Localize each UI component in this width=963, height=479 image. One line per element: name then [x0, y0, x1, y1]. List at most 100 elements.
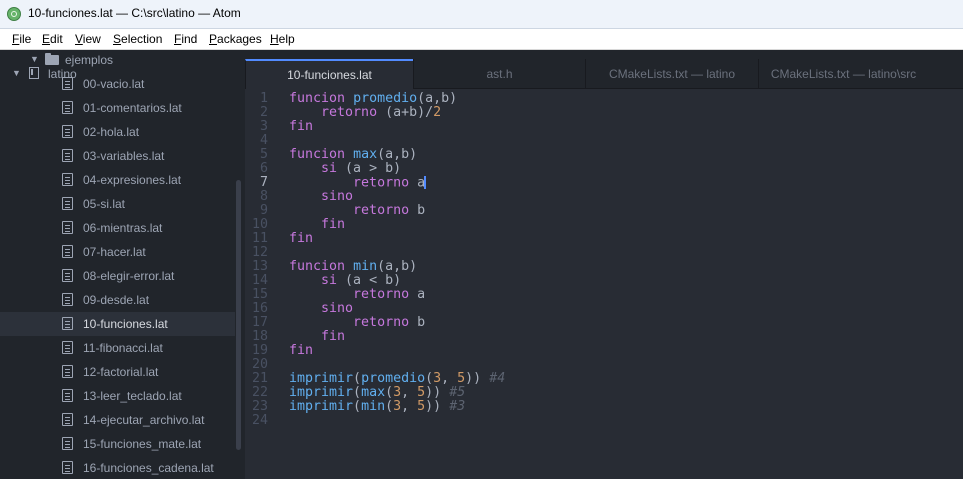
file-text-icon	[62, 317, 73, 330]
code-token: (	[353, 371, 362, 386]
code-token: 5	[457, 371, 466, 386]
file-text-icon	[62, 245, 73, 258]
line-number: 20	[251, 357, 268, 372]
tab-3[interactable]: CMakeLists.txt — latino	[585, 59, 758, 89]
code-token: fin	[321, 217, 346, 232]
tree-file-label: 14-ejecutar_archivo.lat	[83, 413, 205, 427]
code-token: #4	[489, 371, 506, 386]
tree-file-item[interactable]: 09-desde.lat	[0, 288, 235, 312]
code-token: si	[321, 273, 338, 288]
tree-file-item[interactable]: 04-expresiones.lat	[0, 168, 235, 192]
tree-scrollbar[interactable]	[236, 180, 241, 450]
code-line: funcion promedio(a,b)	[289, 92, 457, 106]
tree-file-item[interactable]: 14-ejecutar_archivo.lat	[0, 408, 235, 432]
file-text-icon	[62, 365, 73, 378]
menu-file[interactable]: File	[12, 32, 31, 46]
line-number: 5	[259, 147, 268, 162]
menu-find[interactable]: Find	[174, 32, 197, 46]
code-line: fin	[289, 344, 313, 358]
code-token: 3	[433, 371, 442, 386]
code-token: retorno	[321, 105, 378, 120]
tree-file-item[interactable]: 05-si.lat	[0, 192, 235, 216]
code-token: ))	[425, 385, 442, 400]
line-number: 14	[251, 273, 268, 288]
code-line: fin	[289, 232, 313, 246]
tree-file-label: 07-hacer.lat	[83, 245, 146, 259]
code-token: promedio	[361, 371, 426, 386]
code-line: retorno (a+b)/2	[289, 106, 441, 120]
tree-file-item[interactable]: 00-vacio.lat	[0, 72, 235, 96]
code-token: (	[353, 399, 362, 414]
file-text-icon	[62, 173, 73, 186]
code-line: fin	[289, 120, 313, 134]
menu-packages[interactable]: Packages	[209, 32, 262, 46]
tab-bar: 10-funciones.lat ast.h CMakeLists.txt — la…	[245, 50, 963, 89]
file-text-icon	[62, 269, 73, 282]
file-text-icon	[62, 149, 73, 162]
code-line: si (a > b)	[289, 162, 401, 176]
tree-file-item[interactable]: 10-funciones.lat	[0, 312, 235, 336]
tree-file-item[interactable]: 15-funciones_mate.lat	[0, 432, 235, 456]
line-number: 11	[251, 231, 268, 246]
tree-file-item[interactable]: 03-variables.lat	[0, 144, 235, 168]
tree-file-item[interactable]: 07-hacer.lat	[0, 240, 235, 264]
tree-file-item[interactable]: 13-leer_teclado.lat	[0, 384, 235, 408]
code-token: ))	[425, 399, 442, 414]
tab-2[interactable]: ast.h	[413, 59, 585, 89]
tab-4[interactable]: CMakeLists.txt — latino\src	[758, 59, 928, 89]
tree-file-item[interactable]: 12-factorial.lat	[0, 360, 235, 384]
line-number: 12	[251, 245, 268, 260]
code-token: imprimir	[289, 399, 354, 414]
code-token: b	[409, 203, 426, 218]
tree-file-item[interactable]: 16-funciones_cadena.lat	[0, 456, 235, 479]
code-line: imprimir(min(3, 5)) #3	[289, 400, 465, 414]
code-token: fin	[289, 231, 314, 246]
tree-file-label: 03-variables.lat	[83, 149, 165, 163]
tree-file-item[interactable]: 01-comentarios.lat	[0, 96, 235, 120]
code-token: (	[353, 385, 362, 400]
code-token: 5	[417, 385, 426, 400]
tab-1[interactable]: 10-funciones.lat	[245, 59, 413, 89]
tree-file-item[interactable]: 06-mientras.lat	[0, 216, 235, 240]
menu-edit[interactable]: Edit	[42, 32, 63, 46]
code-token: #5	[449, 385, 466, 400]
tree-file-label: 01-comentarios.lat	[83, 101, 182, 115]
code-token: promedio	[353, 91, 418, 106]
tree-file-label: 08-elegir-error.lat	[83, 269, 175, 283]
code-token: min	[361, 399, 386, 414]
menu-bar: File Edit View Selection Find Packages Help	[0, 29, 963, 50]
menu-view[interactable]: View	[75, 32, 101, 46]
code-token: max	[361, 385, 386, 400]
line-number: 16	[251, 301, 268, 316]
code-line: funcion max(a,b)	[289, 148, 417, 162]
tree-file-item[interactable]: 02-hola.lat	[0, 120, 235, 144]
tree-file-label: 06-mientras.lat	[83, 221, 163, 235]
file-text-icon	[62, 197, 73, 210]
tree-file-item[interactable]: 08-elegir-error.lat	[0, 264, 235, 288]
code-line: retorno a	[289, 288, 425, 302]
file-text-icon	[62, 461, 73, 474]
code-token: a	[409, 287, 426, 302]
code-line: imprimir(max(3, 5)) #5	[289, 386, 465, 400]
line-number: 23	[251, 399, 268, 414]
menu-selection[interactable]: Selection	[113, 32, 162, 46]
code-token: fin	[289, 343, 314, 358]
line-number: 21	[251, 371, 268, 386]
code-token: (	[385, 385, 394, 400]
title-bar: 10-funciones.lat — C:\src\latino — Atom	[0, 0, 963, 29]
line-number: 10	[251, 217, 268, 232]
menu-help[interactable]: Help	[270, 32, 295, 46]
code-token: retorno	[353, 315, 410, 330]
code-token: funcion	[289, 147, 346, 162]
file-text-icon	[62, 221, 73, 234]
tree-file-label: 12-factorial.lat	[83, 365, 159, 379]
tree-file-item[interactable]: 11-fibonacci.lat	[0, 336, 235, 360]
text-editor[interactable]: 1 2 3 4 5 6 7 8 9 10 11 12 13 14 15 16 17 18 19 20 21 22 23 24 …	[245, 89, 963, 479]
